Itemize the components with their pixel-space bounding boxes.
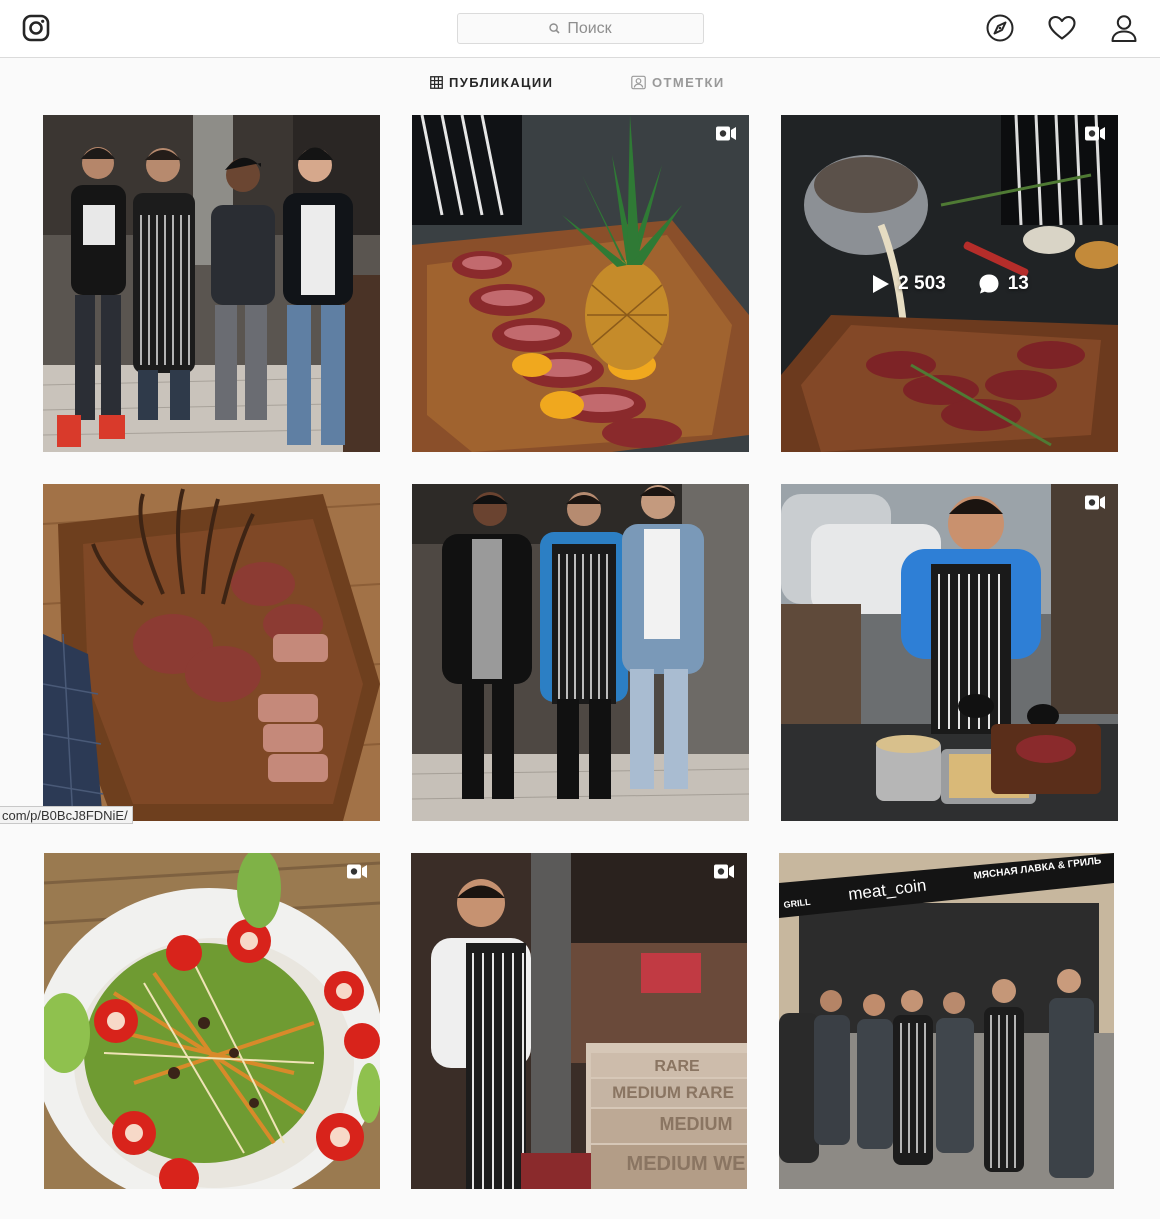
video-icon bbox=[714, 864, 734, 879]
heart-icon[interactable] bbox=[1047, 13, 1077, 43]
comments-count: 13 bbox=[1007, 272, 1029, 294]
step-rare: RARE bbox=[654, 1058, 700, 1075]
search-placeholder: Поиск bbox=[567, 19, 612, 37]
step-medium-well: MEDIUM WE bbox=[627, 1153, 746, 1175]
post-photo bbox=[412, 484, 749, 821]
post-photo bbox=[781, 484, 1118, 821]
tab-label: ПУБЛИКАЦИИ bbox=[449, 75, 554, 90]
tab-label: ОТМЕТКИ bbox=[652, 75, 725, 90]
post-thumbnail[interactable]: RARE MEDIUM RARE MEDIUM MEDIUM WE bbox=[411, 853, 747, 1189]
magnifier-icon bbox=[549, 23, 560, 34]
post-thumbnail[interactable] bbox=[43, 484, 380, 821]
video-icon bbox=[347, 864, 367, 879]
tab-publications[interactable]: ПУБЛИКАЦИИ bbox=[430, 75, 553, 90]
video-icon bbox=[716, 126, 736, 141]
step-medium: MEDIUM bbox=[660, 1114, 733, 1134]
grid-icon bbox=[430, 76, 443, 89]
comments-stat: 13 bbox=[978, 273, 1029, 295]
search-input[interactable]: Поиск bbox=[457, 13, 704, 44]
views-stat: 2 503 bbox=[870, 273, 946, 295]
post-thumbnail[interactable]: GRILL meat_coin МЯСНАЯ ЛАВКА & ГРИЛЬ bbox=[779, 853, 1114, 1189]
post-photo bbox=[43, 484, 380, 821]
step-medium-rare: MEDIUM RARE bbox=[612, 1083, 734, 1102]
profile-tabs: ПУБЛИКАЦИИ ОТМЕТКИ bbox=[0, 58, 1160, 112]
views-count: 2 503 bbox=[898, 272, 946, 294]
comment-bubble-icon bbox=[979, 274, 999, 293]
post-thumbnail[interactable] bbox=[43, 115, 380, 452]
top-navigation-bar: Поиск bbox=[0, 0, 1160, 58]
compass-icon[interactable] bbox=[985, 13, 1015, 43]
post-photo bbox=[44, 853, 380, 1189]
hover-stats-overlay: 2 503 13 bbox=[781, 115, 1118, 452]
profile-icon[interactable] bbox=[1109, 13, 1139, 43]
play-icon bbox=[873, 274, 890, 293]
post-photo bbox=[43, 115, 380, 452]
post-photo: RARE MEDIUM RARE MEDIUM MEDIUM WE bbox=[411, 853, 747, 1189]
video-icon bbox=[1085, 495, 1105, 510]
tab-tagged[interactable]: ОТМЕТКИ bbox=[631, 75, 725, 90]
post-photo: GRILL meat_coin МЯСНАЯ ЛАВКА & ГРИЛЬ bbox=[779, 853, 1114, 1189]
post-thumbnail[interactable] bbox=[412, 115, 749, 452]
post-thumbnail[interactable] bbox=[412, 484, 749, 821]
post-photo bbox=[412, 115, 749, 452]
instagram-logo-icon[interactable] bbox=[22, 14, 50, 42]
tagged-icon bbox=[631, 75, 646, 90]
status-bar-url: com/p/B0BcJ8FDNiE/ bbox=[0, 806, 133, 824]
post-thumbnail[interactable] bbox=[781, 484, 1118, 821]
post-thumbnail[interactable]: 2 503 13 bbox=[781, 115, 1118, 452]
post-thumbnail[interactable] bbox=[44, 853, 380, 1189]
